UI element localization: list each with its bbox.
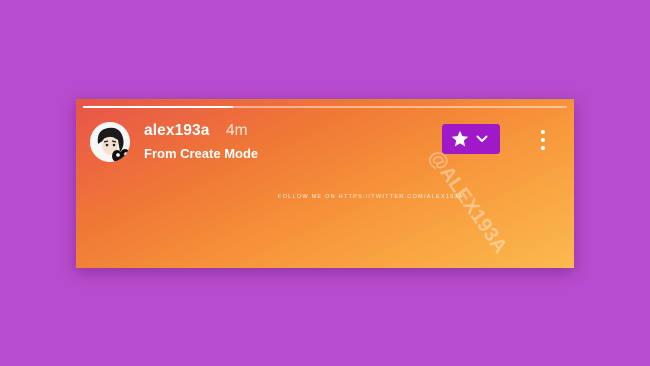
more-options-button[interactable]	[536, 128, 550, 152]
story-caption-text: FOLLOW ME ON HTTPS://TWITTER.COM/ALEX193…	[278, 194, 464, 200]
username[interactable]: alex193a	[144, 122, 209, 140]
story-progress-bar	[83, 106, 567, 108]
more-vertical-icon-dot	[541, 130, 545, 134]
more-vertical-icon-dot	[541, 138, 545, 142]
more-vertical-icon-dot	[541, 146, 545, 150]
avatar[interactable]	[90, 122, 130, 162]
star-icon	[451, 130, 469, 147]
story-progress-fill	[83, 106, 234, 108]
story-source-label: From Create Mode	[144, 146, 259, 161]
watermark: @ALEX193A	[423, 146, 512, 258]
timestamp: 4m	[226, 122, 248, 139]
story-card[interactable]: alex193a 4m From Create Mode @ALEX193A F…	[76, 99, 574, 268]
avatar-image	[90, 122, 130, 162]
chevron-down-icon	[476, 135, 488, 142]
close-friends-button[interactable]	[442, 124, 500, 154]
